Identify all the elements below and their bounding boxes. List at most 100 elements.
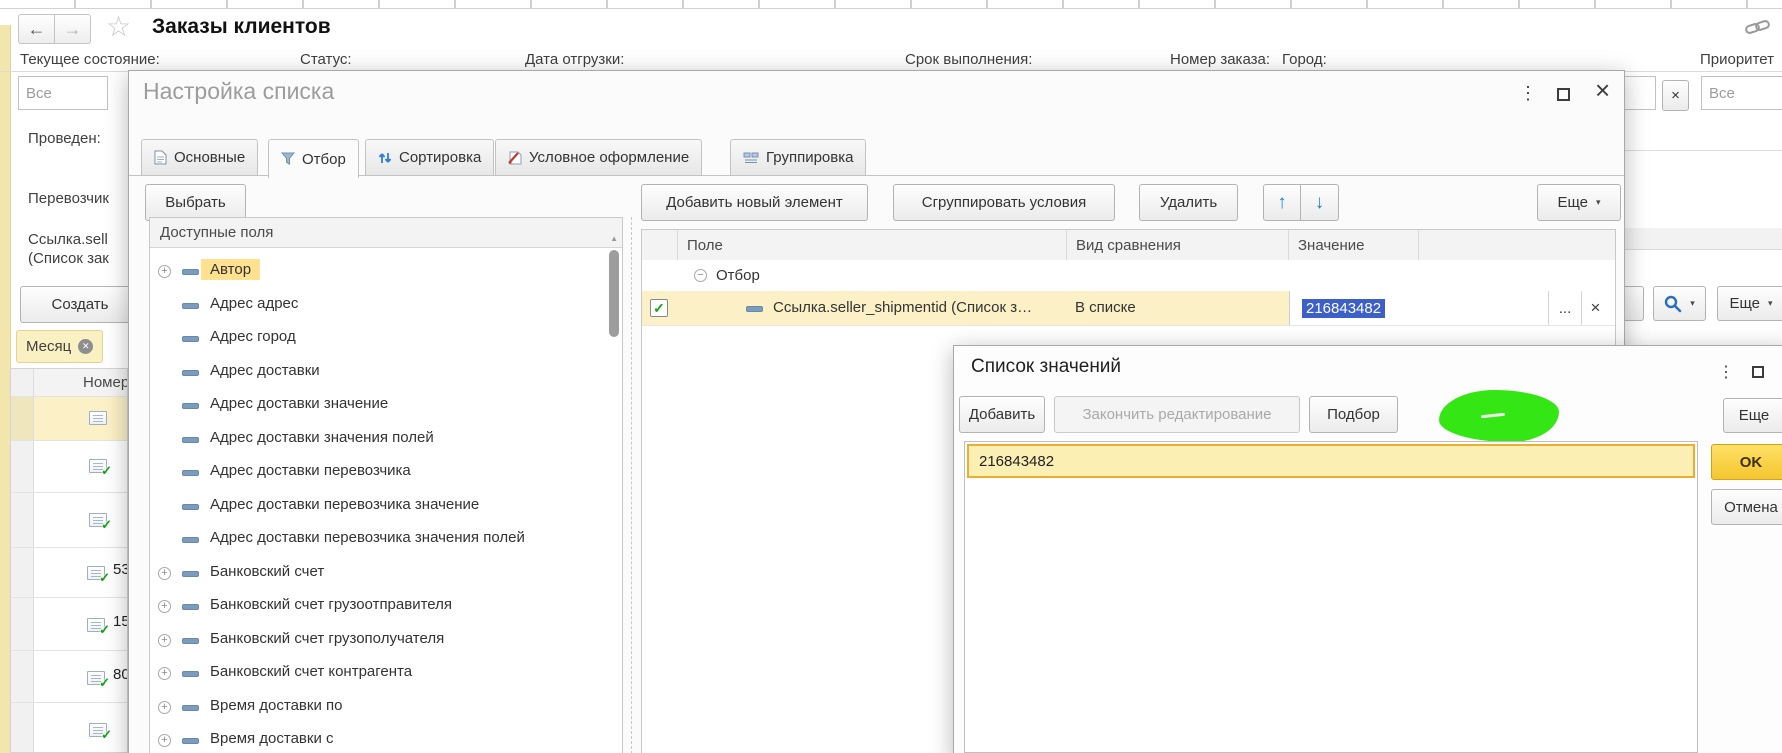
- finish-editing-button[interactable]: Закончить редактирование: [1054, 396, 1300, 433]
- value-clear-button[interactable]: ×: [1581, 291, 1609, 325]
- back-button[interactable]: ←: [18, 14, 55, 44]
- maximize-icon[interactable]: [1557, 88, 1570, 101]
- clear-icon: ×: [1671, 87, 1680, 104]
- document-icon: [89, 411, 107, 425]
- filter-group-row[interactable]: − Отбор: [642, 260, 1615, 291]
- tree-item[interactable]: + Время доставки с: [150, 723, 622, 753]
- add-value-button[interactable]: Добавить: [959, 396, 1045, 433]
- expand-icon[interactable]: +: [158, 667, 171, 680]
- move-up-button[interactable]: ↑: [1263, 184, 1301, 221]
- create-button[interactable]: Создать: [20, 286, 140, 323]
- table-row[interactable]: [11, 703, 127, 753]
- forward-button[interactable]: →: [54, 14, 91, 44]
- kebab-menu-icon[interactable]: ⋮: [1718, 362, 1734, 382]
- tree-item[interactable]: Адрес доставки перевозчика значения поле…: [150, 522, 622, 556]
- condition-checkbox[interactable]: ✓: [650, 299, 668, 317]
- tab-sorting[interactable]: Сортировка: [365, 139, 494, 176]
- tree-item[interactable]: + Банковский счет контрагента: [150, 656, 622, 690]
- column-header-value[interactable]: Значение: [1289, 230, 1419, 260]
- scrollbar-thumb[interactable]: [609, 250, 619, 337]
- tree-item[interactable]: + Банковский счет: [150, 556, 622, 590]
- table-row[interactable]: [11, 493, 127, 548]
- filter-condition-row[interactable]: ✓ Ссылка.seller_shipmentid (Список з… В …: [642, 291, 1615, 326]
- tree-item[interactable]: Адрес город: [150, 321, 622, 355]
- window-tabs-strip[interactable]: [0, 0, 1782, 9]
- expand-icon[interactable]: +: [158, 734, 171, 747]
- link-icon[interactable]: [1744, 16, 1772, 38]
- table-row[interactable]: [11, 441, 127, 493]
- caret-down-icon: ▾: [1768, 298, 1773, 309]
- delete-button[interactable]: Удалить: [1139, 184, 1238, 221]
- maximize-icon[interactable]: [1752, 366, 1764, 378]
- tree-item[interactable]: + Автор: [150, 254, 622, 288]
- tree-item[interactable]: Адрес адрес: [150, 288, 622, 322]
- values-more-button[interactable]: Еще: [1723, 398, 1782, 433]
- tab-filter[interactable]: Отбор: [268, 139, 359, 178]
- table-row[interactable]: 15: [11, 598, 127, 651]
- tree-item[interactable]: + Банковский счет грузополучателя: [150, 623, 622, 657]
- field-dash-icon: [182, 705, 199, 711]
- document-posted-icon: [89, 513, 107, 527]
- expand-icon[interactable]: +: [158, 600, 171, 613]
- expand-icon[interactable]: +: [158, 567, 171, 580]
- tree-item[interactable]: Адрес доставки перевозчика значение: [150, 489, 622, 523]
- select-button[interactable]: Выбрать: [145, 184, 246, 221]
- table-row[interactable]: 80: [11, 651, 127, 703]
- value-ellipsis-button[interactable]: ...: [1548, 291, 1581, 325]
- column-header-field[interactable]: Поле: [678, 230, 1067, 260]
- column-header-comparison[interactable]: Вид сравнения: [1067, 230, 1289, 260]
- ok-button[interactable]: OK: [1711, 444, 1782, 480]
- order-number: 80: [113, 666, 128, 683]
- cancel-button[interactable]: Отмена: [1711, 489, 1782, 525]
- table-row[interactable]: [11, 397, 127, 441]
- table-row[interactable]: 53: [11, 548, 127, 598]
- sort-icon: [378, 151, 392, 165]
- tree-item[interactable]: Адрес доставки значение: [150, 388, 622, 422]
- value-text: 216843482: [979, 453, 1054, 470]
- settings-more-button[interactable]: Еще ▾: [1537, 184, 1621, 221]
- brush-icon: [508, 150, 522, 165]
- tab-grouping[interactable]: Группировка: [730, 139, 866, 176]
- tree-item[interactable]: Адрес доставки: [150, 355, 622, 389]
- page-title: Заказы клиентов: [152, 15, 331, 39]
- orders-table-header[interactable]: Номер: [11, 369, 127, 397]
- month-filter-chip[interactable]: Месяц ✕: [16, 330, 103, 363]
- group-conditions-button[interactable]: Сгруппировать условия: [893, 184, 1115, 221]
- current-state-input[interactable]: Все: [18, 76, 108, 110]
- condition-field: Ссылка.seller_shipmentid (Список з…: [773, 299, 1061, 316]
- city-label: Город:: [1282, 51, 1327, 68]
- caret-down-icon: ▾: [1690, 298, 1695, 309]
- field-dash-icon: [182, 638, 199, 644]
- pick-button[interactable]: Подбор: [1309, 396, 1398, 433]
- tree-item[interactable]: + Время доставки по: [150, 690, 622, 724]
- city-clear-button[interactable]: ×: [1662, 80, 1689, 111]
- values-list-dialog: Список значений ⋮ Добавить Закончить ред…: [953, 345, 1782, 753]
- priority-label: Приоритет: [1700, 51, 1774, 68]
- move-down-button[interactable]: ↓: [1300, 184, 1339, 221]
- condition-value-selected[interactable]: 216843482: [1302, 299, 1385, 318]
- background-more-button[interactable]: Еще ▾: [1717, 286, 1782, 321]
- value-row-selected[interactable]: 216843482: [967, 444, 1695, 478]
- tab-main[interactable]: Основные: [141, 139, 258, 176]
- ref-label-line2: (Список зак: [28, 250, 109, 267]
- expand-icon[interactable]: +: [158, 701, 171, 714]
- tree-item[interactable]: Адрес доставки перевозчика: [150, 455, 622, 489]
- condition-value-editor[interactable]: 216843482 ... ×: [1289, 291, 1609, 325]
- close-icon[interactable]: ×: [1595, 75, 1610, 106]
- available-fields-header: Доступные поля: [150, 218, 622, 248]
- search-button[interactable]: ▾: [1653, 286, 1706, 321]
- kebab-menu-icon[interactable]: ⋮: [1519, 83, 1537, 104]
- collapse-icon[interactable]: −: [694, 269, 707, 282]
- priority-input[interactable]: Все: [1701, 76, 1782, 110]
- favorite-star-icon[interactable]: ☆: [106, 10, 131, 43]
- scroll-up-icon[interactable]: ▲: [610, 234, 618, 243]
- tab-conditional-formatting[interactable]: Условное оформление: [495, 139, 702, 176]
- down-arrow-icon: ↓: [1315, 192, 1325, 214]
- add-new-element-button[interactable]: Добавить новый элемент: [641, 184, 868, 221]
- chip-close-icon[interactable]: ✕: [78, 339, 93, 354]
- expand-icon[interactable]: +: [158, 265, 171, 278]
- tree-item[interactable]: + Банковский счет грузоотправителя: [150, 589, 622, 623]
- expand-icon[interactable]: +: [158, 634, 171, 647]
- tree-item[interactable]: Адрес доставки значения полей: [150, 422, 622, 456]
- check-icon: ✓: [653, 300, 665, 317]
